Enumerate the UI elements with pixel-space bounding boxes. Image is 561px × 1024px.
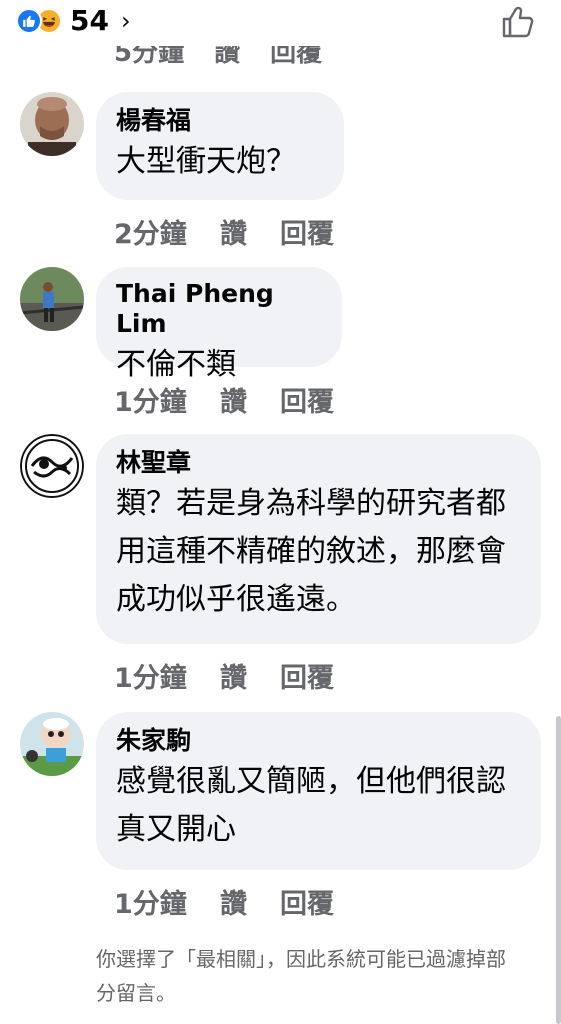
like-link[interactable]: 讚: [220, 212, 280, 251]
reply-link[interactable]: 回覆: [280, 380, 334, 419]
filter-notice: 你選擇了「最相關」，因此系統可能已過濾掉部分留言。: [96, 947, 506, 1005]
previous-comment-meta: 5分鐘 讚 回覆: [114, 44, 322, 68]
previous-reply-link[interactable]: 回覆: [270, 44, 322, 68]
comment-meta: 1分鐘 讚 回覆: [114, 656, 334, 695]
reply-link[interactable]: 回覆: [280, 882, 334, 921]
comment-text: 類？若是身為科學的研究者都用這種不精確的敘述，那麼會成功似乎很遙遠。: [116, 486, 506, 617]
reply-link[interactable]: 回覆: [280, 212, 334, 251]
reactions-summary[interactable]: 54 ›: [16, 5, 131, 37]
like-thumb-icon[interactable]: [500, 4, 536, 40]
like-link[interactable]: 讚: [220, 380, 280, 419]
scrollbar[interactable]: [556, 716, 561, 1024]
comment-time: 1分鐘: [114, 889, 187, 920]
comment-bubble: 楊春福 大型衝天炮？: [96, 92, 344, 200]
like-reaction-icon: [16, 8, 42, 34]
comment-bubble: 林聖章 類？若是身為科學的研究者都用這種不精確的敘述，那麼會成功似乎很遙遠。: [96, 434, 541, 644]
comment-author[interactable]: 朱家駒: [116, 726, 521, 756]
comment-meta: 1分鐘 讚 回覆: [114, 882, 334, 921]
comment-time: 1分鐘: [114, 663, 187, 694]
chevron-right-icon: ›: [120, 7, 131, 35]
comment-meta: 1分鐘 讚 回覆: [114, 380, 334, 419]
previous-comment-time: 5分鐘: [114, 44, 185, 68]
comment-text: 感覺很亂又簡陋，但他們很認真又開心: [116, 764, 506, 847]
reaction-count: 54: [70, 4, 109, 37]
like-link[interactable]: 讚: [220, 656, 280, 695]
comment-time: 1分鐘: [114, 387, 187, 418]
avatar[interactable]: [20, 267, 84, 331]
reactions-bar: 54 ›: [0, 0, 561, 46]
comment-text: 大型衝天炮？: [116, 144, 296, 179]
comment-time: 2分鐘: [114, 219, 187, 250]
avatar[interactable]: [20, 434, 84, 498]
comment-author[interactable]: Thai Pheng Lim: [116, 279, 322, 339]
comment-bubble: Thai Pheng Lim 不倫不類: [96, 267, 342, 382]
comment-author[interactable]: 楊春福: [116, 106, 324, 136]
previous-like-link[interactable]: 讚: [214, 44, 240, 68]
comment-bubble: 朱家駒 感覺很亂又簡陋，但他們很認真又開心: [96, 712, 541, 870]
like-link[interactable]: 讚: [220, 882, 280, 921]
avatar[interactable]: [20, 712, 84, 776]
reply-link[interactable]: 回覆: [280, 656, 334, 695]
avatar[interactable]: [20, 92, 84, 156]
comment-meta: 2分鐘 讚 回覆: [114, 212, 334, 251]
comment-author[interactable]: 林聖章: [116, 448, 521, 478]
